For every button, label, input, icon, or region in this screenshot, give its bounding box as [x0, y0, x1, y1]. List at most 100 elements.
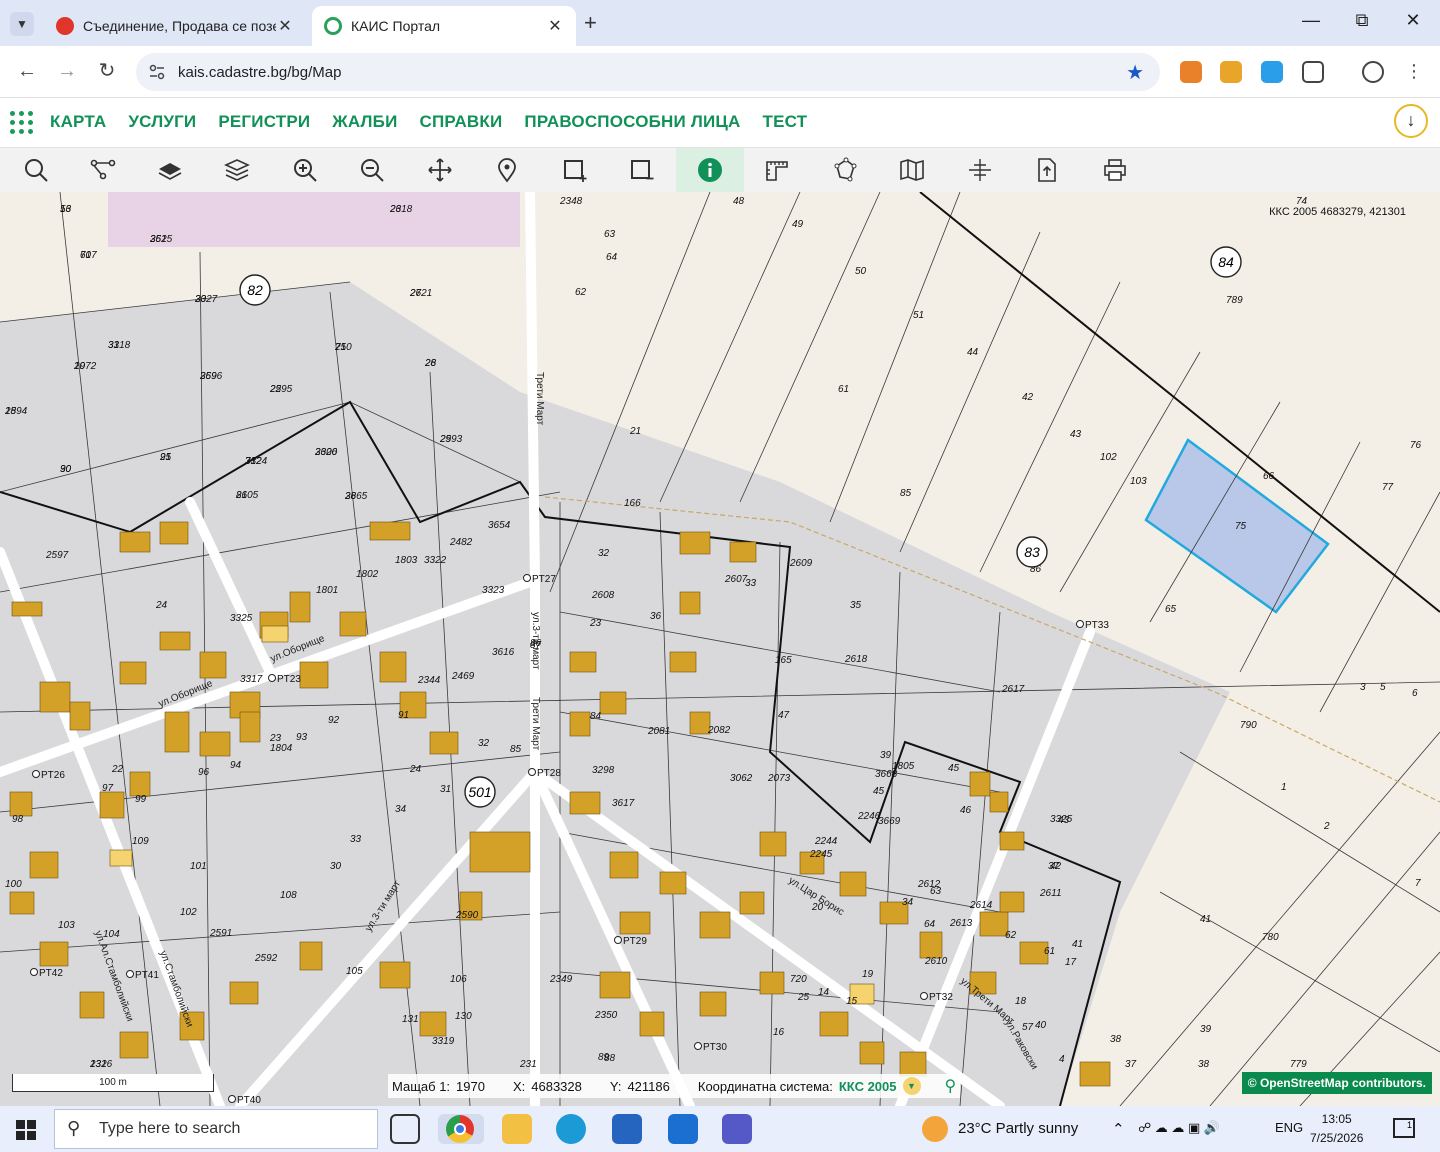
parcel-number: 62 [1005, 930, 1017, 941]
notification-count: 1 [1406, 1120, 1412, 1130]
scale-bar: 100 m [12, 1074, 214, 1092]
survey-point-marker [228, 1095, 236, 1103]
url-field[interactable]: kais.cadastre.bg/bg/Map ★ [136, 53, 1160, 91]
menu-item-reports[interactable]: СПРАВКИ [420, 112, 503, 132]
parcel-number: 56 [60, 204, 72, 215]
chevron-up-icon[interactable]: ⌃ [1112, 1120, 1125, 1138]
puzzle-icon[interactable] [1302, 61, 1324, 83]
y-label: Y: [609, 1078, 622, 1094]
survey-point-label: PT29 [623, 936, 647, 947]
search-icon[interactable]: ⚲ [945, 1076, 957, 1096]
parcel-number: 76 [1410, 440, 1422, 451]
language-indicator[interactable]: ENG [1275, 1120, 1303, 1135]
parcel-number: 3617 [612, 798, 635, 809]
cadastral-map[interactable]: 13 26352717202731197102836922182921307122… [0, 192, 1440, 1106]
site-settings-icon[interactable] [148, 63, 166, 81]
parcel-number: 3298 [592, 765, 615, 776]
zoom-in-icon[interactable] [271, 148, 339, 192]
parcel-number: 109 [132, 836, 149, 847]
tab-search-button[interactable]: ▼ [10, 12, 34, 36]
task-view-icon[interactable] [390, 1114, 420, 1144]
draw-rect-icon[interactable] [541, 148, 609, 192]
extension-icon[interactable] [1220, 61, 1242, 83]
osm-attribution[interactable]: © OpenStreetMap contributors. [1241, 1072, 1432, 1094]
edge-icon[interactable] [556, 1114, 586, 1144]
window-close-button[interactable]: ✕ [1398, 10, 1428, 31]
weather-icon[interactable] [922, 1116, 948, 1142]
back-button[interactable]: ← [14, 58, 40, 84]
close-icon[interactable]: ✕ [546, 16, 564, 36]
forward-button[interactable]: → [54, 58, 80, 84]
parcel-number: 92 [328, 715, 340, 726]
weather-text[interactable]: 23°C Partly sunny [958, 1120, 1078, 1137]
menu-item-services[interactable]: УСЛУГИ [128, 112, 196, 132]
minimize-button[interactable]: — [1296, 10, 1326, 31]
bookmark-star-icon[interactable]: ★ [1126, 60, 1144, 85]
taskbar-search-placeholder: Type here to search [99, 1120, 241, 1137]
measure-icon[interactable] [743, 148, 811, 192]
layers-icon[interactable] [203, 148, 271, 192]
tab-ad[interactable]: Съединение, Продава се позе ✕ [44, 6, 306, 46]
menu-item-registers[interactable]: РЕГИСТРИ [218, 112, 310, 132]
scale-label: Мащаб 1: [392, 1078, 451, 1094]
clock[interactable]: 13:05 7/25/2026 [1310, 1110, 1363, 1148]
parcel-number: 90 [60, 464, 72, 475]
chrome-icon[interactable] [438, 1114, 484, 1144]
chevron-down-icon[interactable]: ▼ [902, 1077, 921, 1095]
search-icon[interactable] [2, 148, 70, 192]
route-icon[interactable] [69, 148, 137, 192]
menu-item-map[interactable]: КАРТА [50, 112, 106, 132]
download-button[interactable]: ↓ [1394, 104, 1428, 138]
store-icon[interactable] [612, 1114, 642, 1144]
print-icon[interactable] [1081, 148, 1149, 192]
menu-item-test[interactable]: ТЕСТ [763, 112, 808, 132]
parcel-number: 64 [606, 252, 618, 263]
layer-icon[interactable] [136, 148, 204, 192]
notification-icon[interactable]: 1 [1393, 1118, 1415, 1138]
extension-icon[interactable] [1261, 61, 1283, 83]
export-icon[interactable] [1013, 148, 1081, 192]
taskbar-search-input[interactable]: ⚲ Type here to search [54, 1109, 378, 1149]
parcel-number: 57 [1022, 1022, 1034, 1033]
info-icon[interactable] [676, 148, 744, 192]
close-icon[interactable]: ✕ [276, 16, 294, 36]
teams-icon[interactable] [722, 1114, 752, 1144]
survey-point-marker [694, 1042, 702, 1050]
clear-rect-icon[interactable] [608, 148, 676, 192]
marker-icon[interactable] [473, 148, 541, 192]
coordinate-system-value[interactable]: ККС 2005 [839, 1079, 897, 1094]
parcel-number: 2614 [969, 900, 993, 911]
browser-menu-icon[interactable]: ⋮ [1401, 58, 1427, 84]
outlook-icon[interactable] [668, 1114, 698, 1144]
menu-item-licensed-persons[interactable]: ПРАВОСПОСОБНИ ЛИЦА [524, 112, 740, 132]
parcel-number: 88 [604, 1053, 616, 1064]
apps-grid-icon[interactable] [10, 111, 34, 135]
parcel-number: 2344 [417, 675, 441, 686]
tray-icons[interactable]: ☍ ☁ ☁ ▣ 🔊 [1138, 1120, 1220, 1136]
survey-point-marker [30, 968, 38, 976]
parcel-number: 77 [1382, 482, 1394, 493]
parcel-number: 2072 [73, 361, 97, 372]
parcel-number: 75 [1235, 521, 1247, 532]
crosshair-icon[interactable] [946, 148, 1014, 192]
new-tab-button[interactable]: + [584, 10, 597, 36]
map-canvas[interactable]: 13 26 352 717 20 27 31 19 710 28 369 22 18 29 21 30 712 2… [0, 192, 1440, 1106]
pan-icon[interactable] [406, 148, 474, 192]
parcel-number: 3 [1360, 682, 1366, 693]
reload-button[interactable]: ↻ [94, 58, 120, 84]
metamask-icon[interactable] [1180, 61, 1202, 83]
file-explorer-icon[interactable] [502, 1114, 532, 1144]
profile-icon[interactable] [1362, 61, 1384, 83]
map-icon[interactable] [878, 148, 946, 192]
parcel-number: 231 [519, 1059, 537, 1070]
restore-button[interactable]: ⧉ [1347, 10, 1377, 31]
menu-item-complaints[interactable]: ЖАЛБИ [332, 112, 397, 132]
street-name: Трети Март [534, 372, 545, 426]
parcel-number: 3317 [240, 674, 263, 685]
parcel-number: 40 [1035, 1020, 1047, 1031]
zoom-out-icon[interactable] [338, 148, 406, 192]
polygon-icon[interactable] [811, 148, 879, 192]
windows-start-icon[interactable] [16, 1120, 36, 1140]
tab-kais[interactable]: КАИС Портал ✕ [312, 6, 576, 46]
parcel-number: 3665 [345, 491, 368, 502]
